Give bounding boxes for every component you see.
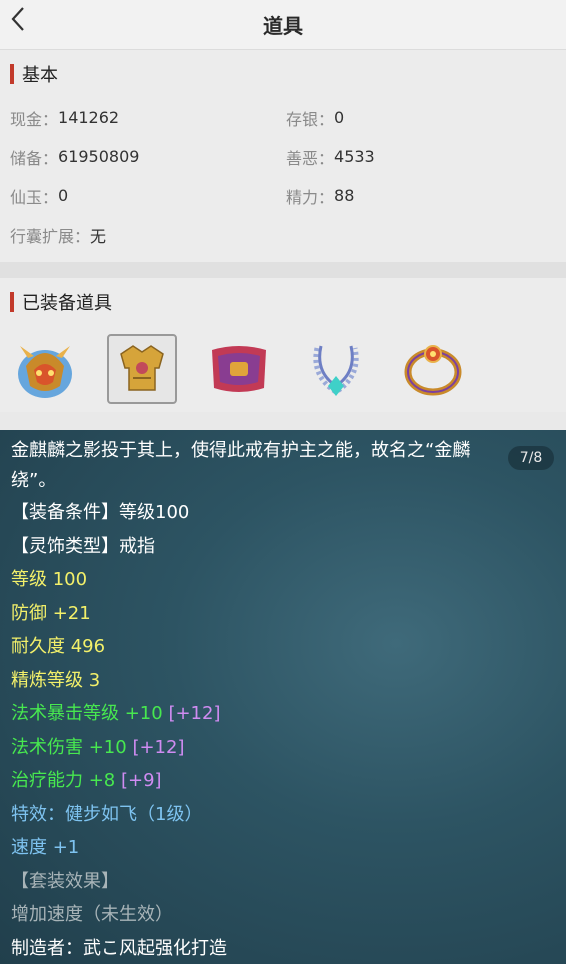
basic-section: 基本 现金： 141262 存银： 0 储备： 61950809 善恶： 4533 仙玉… bbox=[0, 50, 566, 262]
item-detail-popup: 7/8 金麒麟之影投于其上，使得此戒有护主之能，故名之“金麟绕”。 【装备条件】… bbox=[0, 430, 566, 964]
attr-defense: 防御 +21 bbox=[11, 602, 91, 624]
necklace-icon bbox=[313, 345, 359, 396]
equip-slot-armor[interactable] bbox=[107, 334, 177, 404]
helmet-icon bbox=[18, 346, 72, 398]
ring-icon bbox=[404, 345, 462, 396]
belt-icon bbox=[212, 346, 266, 392]
item-description: 金麒麟之影投于其上，使得此戒有护主之能，故名之“金麟绕”。 bbox=[11, 440, 471, 491]
equipped-section: 已装备道具 bbox=[0, 278, 566, 412]
section-title-basic: 基本 bbox=[10, 50, 556, 98]
attr-healing: 治疗能力 +8 [+9] bbox=[11, 770, 162, 791]
stat-reserve: 储备： 61950809 bbox=[10, 147, 140, 168]
top-bar: 道具 bbox=[0, 0, 566, 50]
attr-level: 等级 100 bbox=[11, 569, 88, 590]
equip-slot-helmet[interactable] bbox=[10, 334, 80, 404]
section-accent-bar bbox=[10, 64, 14, 84]
basic-stats-grid: 现金： 141262 存银： 0 储备： 61950809 善恶： 4533 仙玉： 0 … bbox=[10, 98, 556, 254]
equip-slot-belt[interactable] bbox=[204, 334, 274, 404]
set-effect-title: 【套装效果】 bbox=[11, 870, 119, 892]
attr-special-effect: 特效：健步如飞（1级） bbox=[11, 803, 203, 825]
stat-energy: 精力： 88 bbox=[286, 186, 355, 207]
attr-refine-level: 精炼等级 3 bbox=[11, 669, 101, 691]
section-title-equipped: 已装备道具 bbox=[10, 278, 556, 326]
stat-savings: 存银： 0 bbox=[286, 108, 345, 129]
section-accent-bar bbox=[10, 292, 14, 312]
set-effect-value: 增加速度（未生效） bbox=[11, 904, 173, 925]
section-divider bbox=[0, 262, 566, 278]
page-title: 道具 bbox=[263, 14, 303, 38]
attr-magic-crit: 法术暴击等级 +10 [+12] bbox=[11, 703, 221, 724]
stat-cash: 现金： 141262 bbox=[10, 108, 120, 129]
page-indicator: 7/8 bbox=[508, 446, 554, 470]
equip-slot-necklace[interactable] bbox=[301, 334, 371, 404]
stat-jade: 仙玉： 0 bbox=[10, 186, 69, 207]
maker-info: 制造者：武こ风起强化打造 bbox=[11, 937, 227, 959]
stat-bag-expand: 行囊扩展：无 bbox=[10, 226, 107, 246]
equipped-items-row bbox=[10, 326, 556, 412]
equip-slot-ring[interactable] bbox=[398, 334, 468, 404]
attr-durability: 耐久度 496 bbox=[11, 636, 106, 657]
accessory-type: 【灵饰类型】戒指 bbox=[11, 535, 155, 557]
equip-requirement: 【装备条件】等级100 bbox=[11, 502, 190, 523]
attr-magic-damage: 法术伤害 +10 [+12] bbox=[11, 736, 185, 758]
attr-speed: 速度 +1 bbox=[11, 837, 80, 858]
stat-karma: 善恶： 4533 bbox=[286, 147, 375, 168]
armor-icon bbox=[120, 345, 164, 391]
